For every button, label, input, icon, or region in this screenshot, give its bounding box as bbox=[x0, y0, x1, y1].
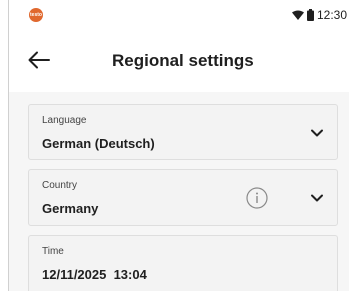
settings-list: Language German (Deutsch) Country German… bbox=[9, 92, 349, 291]
country-dropdown[interactable]: Country Germany bbox=[28, 169, 338, 226]
time-field[interactable]: Time 12/11/2025 13:04 bbox=[28, 235, 338, 291]
status-time: 12:30 bbox=[316, 8, 347, 22]
language-label: Language bbox=[42, 115, 87, 126]
app-logo-icon: testo bbox=[29, 8, 43, 22]
page-title: Regional settings bbox=[112, 51, 254, 70]
chevron-down-icon[interactable] bbox=[309, 125, 325, 141]
language-dropdown[interactable]: Language German (Deutsch) bbox=[28, 104, 338, 160]
battery-icon bbox=[306, 9, 314, 21]
back-button[interactable] bbox=[25, 48, 53, 76]
arrow-left-icon bbox=[28, 51, 50, 74]
info-icon[interactable] bbox=[246, 187, 268, 209]
app-bar: Regional settings bbox=[9, 34, 349, 90]
wifi-icon bbox=[291, 10, 304, 20]
language-value: German (Deutsch) bbox=[42, 136, 155, 151]
status-bar: testo 12:30 bbox=[9, 0, 349, 34]
phone-screen: testo 12:30 Regional settings Language G… bbox=[9, 0, 349, 291]
chevron-down-icon[interactable] bbox=[309, 190, 325, 206]
status-indicators: 12:30 bbox=[291, 6, 347, 24]
time-value: 12/11/2025 13:04 bbox=[42, 267, 147, 282]
time-label: Time bbox=[42, 246, 64, 257]
country-label: Country bbox=[42, 180, 78, 191]
country-value: Germany bbox=[42, 201, 99, 216]
window-edge bbox=[0, 0, 9, 291]
